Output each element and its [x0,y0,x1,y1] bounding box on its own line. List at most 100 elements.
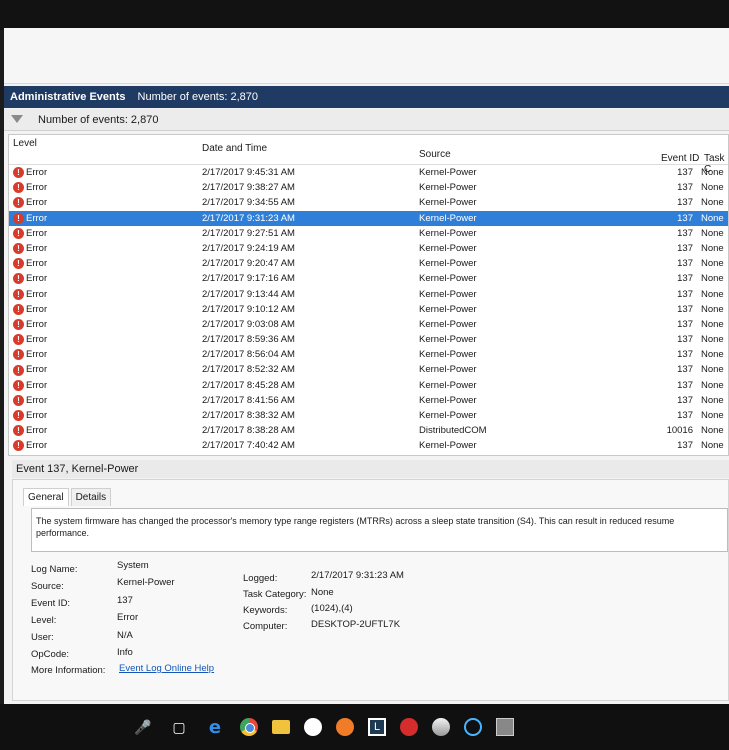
table-row[interactable]: ! Error 2/17/2017 8:59:36 AM Kernel-Power 13… [9,332,728,347]
table-row[interactable]: !Error 2/17/2017 7:40:40 AMDistributedCOM… [9,454,728,455]
row-level-text: Error [26,425,48,437]
table-row[interactable]: ! Error 2/17/2017 7:40:42 AM Kernel-Power 13… [9,438,728,453]
row-event-id: 137 [677,288,693,300]
row-event-id: 137 [677,182,693,194]
table-row[interactable]: ! Error 2/17/2017 8:52:32 AM Kernel-Power 13… [9,362,728,377]
table-row[interactable]: ! Error 2/17/2017 8:41:56 AM Kernel-Power 13… [9,393,728,408]
table-row[interactable]: ! Error 2/17/2017 8:45:28 AM Kernel-Power 13… [9,378,728,393]
steam-icon[interactable] [304,718,322,736]
error-icon: ! [13,212,24,224]
row-level: !Error [13,454,198,455]
error-icon: ! [13,394,24,406]
value-logged: 2/17/2017 9:31:23 AM [311,570,404,581]
table-row[interactable]: ! Error 2/17/2017 9:13:44 AM Kernel-Power 13… [9,287,728,302]
row-date: 2/17/2017 9:24:19 AM [202,242,295,254]
filter-event-count: Number of events: 2,870 [38,113,159,126]
row-source: DistributedCOM [419,425,487,437]
app-orange-icon[interactable] [336,718,354,736]
row-source: Kernel-Power [419,273,477,285]
event-log-help-link[interactable]: Event Log Online Help [119,663,214,674]
row-task: None [701,454,728,455]
row-event-id: 137 [677,349,693,361]
row-date: 2/17/2017 9:20:47 AM [202,258,295,270]
row-event-id: 137 [677,394,693,406]
table-row[interactable]: ! Error 2/17/2017 9:45:31 AM Kernel-Power 13… [9,165,728,180]
table-row[interactable]: ! Error 2/17/2017 9:34:55 AM Kernel-Power 13… [9,195,728,210]
panel-event-count: Number of events: 2,870 [137,91,259,103]
taskbar: 🎤 ▢ e L [0,704,729,750]
table-row[interactable]: ! Error 2/17/2017 8:38:32 AM Kernel-Power 13… [9,408,728,423]
row-task: None [701,318,724,330]
error-icon: ! [13,318,24,330]
row-level-text: Error [26,167,48,178]
table-row[interactable]: ! Error 2/17/2017 9:38:27 AM Kernel-Power 13… [9,180,728,195]
row-level: !Error [13,302,198,317]
column-header-event-id[interactable]: Event ID [661,153,699,164]
edge-icon[interactable]: e [204,716,226,738]
row-date: 2/17/2017 9:10:12 AM [202,303,295,315]
row-level: !Error [13,332,198,347]
recorder-icon[interactable] [400,718,418,736]
label-more-info: More Information: [31,665,106,676]
row-event-id: 137 [677,212,693,224]
row-level-text: Error [26,440,48,452]
event-message[interactable]: The system firmware has changed the proc… [31,508,728,552]
row-date: 2/17/2017 8:56:04 AM [202,349,295,361]
chrome-icon[interactable] [240,718,258,736]
table-row[interactable]: ! Error 2/17/2017 9:10:12 AM Kernel-Power 13… [9,302,728,317]
tab-details[interactable]: Details [70,488,112,506]
row-level-text: Error [26,227,48,239]
label-level: Level: [31,615,57,626]
row-source: Kernel-Power [419,364,477,376]
column-header-source[interactable]: Source [419,149,451,160]
row-date: 2/17/2017 8:41:56 AM [202,394,295,406]
column-header-level[interactable]: Level [13,138,37,149]
table-row[interactable]: ! Error 2/17/2017 9:17:16 AM Kernel-Power 13… [9,271,728,286]
value-event-id: 137 [117,595,133,606]
value-source: Kernel-Power [117,577,175,588]
file-explorer-icon[interactable] [272,720,290,734]
row-date: 2/17/2017 9:13:44 AM [202,288,295,300]
image-app-icon[interactable] [496,718,514,736]
monitor-bezel [0,0,729,30]
row-date: 2/17/2017 9:03:08 AM [202,318,295,330]
row-level: !Error [13,165,198,180]
filter-icon[interactable] [10,114,24,126]
league-icon[interactable]: L [368,718,386,736]
table-row[interactable]: ! Error 2/17/2017 8:56:04 AM Kernel-Power 13… [9,347,728,362]
row-level: !Error [13,287,198,302]
row-source: Kernel-Power [419,394,477,406]
row-date: 2/17/2017 9:45:31 AM [202,167,295,178]
table-row[interactable]: ! Error 2/17/2017 9:03:08 AM Kernel-Power 13… [9,317,728,332]
row-task: None [701,288,724,300]
events-table[interactable]: Level Date and Time Source Event ID Task… [8,134,729,456]
row-event-id: 137 [677,410,693,421]
microphone-icon[interactable]: 🎤 [132,716,154,738]
value-keywords: (1024),(4) [311,603,353,614]
tab-general[interactable]: General [23,488,69,506]
table-row[interactable]: ! Error 2/17/2017 9:24:19 AM Kernel-Power 13… [9,241,728,256]
row-level: !Error [13,317,198,332]
row-date: 2/17/2017 8:38:28 AM [202,425,295,437]
row-level-text: Error [26,288,48,300]
column-header-date[interactable]: Date and Time [202,143,267,154]
row-source: Kernel-Power [419,212,477,224]
label-task-category: Task Category: [243,589,307,600]
table-row[interactable]: ! Error 2/17/2017 9:20:47 AM Kernel-Power 13… [9,256,728,271]
table-header: Level Date and Time Source Event ID Task… [9,135,728,175]
error-icon: ! [13,197,24,209]
ccleaner-icon[interactable] [464,718,482,736]
task-view-icon[interactable]: ▢ [168,716,190,738]
table-row[interactable]: ! Error 2/17/2017 8:38:28 AM DistributedCOM… [9,423,728,438]
row-level: !Error [13,271,198,286]
row-task: None [701,379,724,391]
row-task: None [701,394,724,406]
filter-bar[interactable]: Number of events: 2,870 [4,109,729,131]
ball-icon[interactable] [432,718,450,736]
row-level-text: Error [26,379,48,391]
row-level: !Error [13,211,198,226]
table-row[interactable]: ! Error 2/17/2017 9:27:51 AM Kernel-Power 13… [9,226,728,241]
error-icon: ! [13,288,24,300]
table-row[interactable]: ! Error 2/17/2017 9:31:23 AM Kernel-Power 13… [9,210,728,226]
row-source: Kernel-Power [419,334,477,346]
